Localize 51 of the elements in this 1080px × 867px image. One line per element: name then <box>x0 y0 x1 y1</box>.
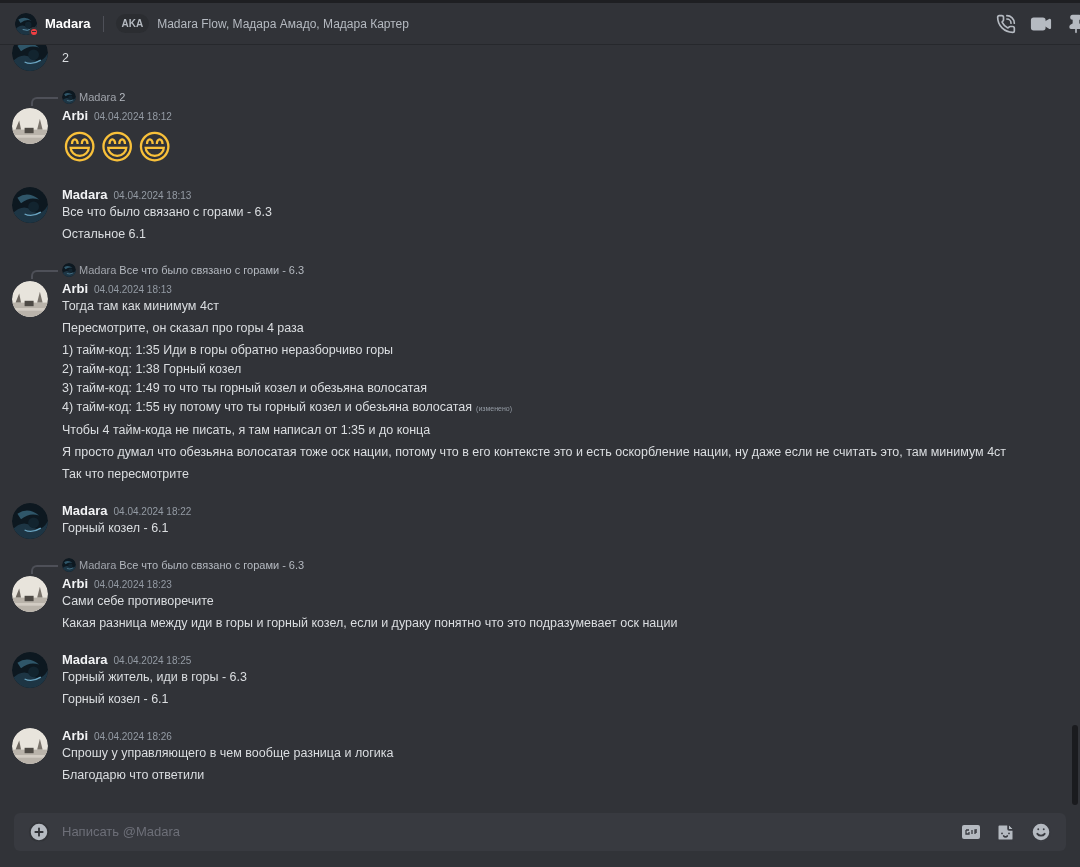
reply-spine <box>31 270 58 279</box>
phone-icon[interactable] <box>996 13 1016 34</box>
input-placeholder: Написать @Madara <box>62 823 180 842</box>
author-name[interactable]: Arbi <box>62 726 88 746</box>
add-icon[interactable] <box>28 821 50 843</box>
timestamp: 04.04.2024 18:26 <box>94 730 172 744</box>
author-name[interactable]: Madara <box>62 501 108 521</box>
user-name: Madara <box>45 14 91 33</box>
timestamp: 04.04.2024 18:25 <box>113 654 192 668</box>
timestamp: 04.04.2024 18:13 <box>94 283 172 297</box>
message-text: 2) тайм-код: 1:38 Горный козел <box>62 361 242 378</box>
reply-preview[interactable]: Madara Все что было связано с горами - 6.3 <box>79 261 305 279</box>
timestamp: 04.04.2024 18:22 <box>113 505 192 519</box>
message-text: Горный житель, иди в горы - 6.3 <box>62 669 247 686</box>
message-text: Сами себе противоречите <box>62 593 214 610</box>
timestamp: 04.04.2024 18:23 <box>94 578 172 592</box>
message-text: Горный козел - 6.1 <box>62 520 169 537</box>
aka-names: Madara Flow, Мадара Амадо, Мадара Картер <box>157 15 409 33</box>
author-name[interactable]: Arbi <box>62 574 88 594</box>
message-text: 4) тайм-код: 1:55 ну потому что ты горный козел и обезьяна волосатая <box>62 399 473 416</box>
message-text: 3) тайм-код: 1:49 то что ты горный козел и обезьяна волосатая <box>62 380 427 397</box>
message-text: Горный козел - 6.1 <box>62 691 169 708</box>
message-text: Так что пересмотрите <box>62 466 189 483</box>
message-text: Все что было связано с горами - 6.3 <box>62 204 272 221</box>
message-text: Спрошу у управляющего в чем вообще разница и логика <box>62 745 394 762</box>
timestamp: 04.04.2024 18:12 <box>94 110 172 124</box>
author-name[interactable]: Arbi <box>62 106 88 126</box>
author-name[interactable]: Arbi <box>62 279 88 299</box>
reply-preview[interactable]: Madara 2 <box>79 88 126 106</box>
reply-preview[interactable]: Madara Все что было связано с горами - 6.3 <box>79 556 305 574</box>
author-name[interactable]: Madara <box>62 650 108 670</box>
message-text: Тогда там как минимум 4ст <box>62 298 219 315</box>
message-text: 1) тайм-код: 1:35 Иди в горы обратно неразборчиво горы <box>62 342 394 359</box>
message-text: 2 <box>62 50 69 67</box>
reply-spine <box>31 565 58 574</box>
do-not-disturb-icon <box>29 26 39 37</box>
timestamp: 04.04.2024 18:13 <box>113 189 192 203</box>
emoji-message: 😄😄😄 <box>62 126 176 168</box>
message-text: Чтобы 4 тайм-кода не писать, я там написал от 1:35 и до конца <box>62 422 431 439</box>
message-text: Остальное 6.1 <box>62 226 146 243</box>
message-text: Благодарю что ответили <box>62 767 205 784</box>
author-name[interactable]: Madara <box>62 185 108 205</box>
emoji-icon[interactable] <box>1030 821 1052 843</box>
pin-icon[interactable] <box>1066 13 1080 34</box>
gif-icon[interactable] <box>961 822 981 842</box>
aka-badge: AKA <box>115 14 150 33</box>
reply-spine <box>31 97 58 106</box>
message-text: Какая разница между иди в горы и горный козел, если и дураку понятно что это подразумевает оск нации <box>62 615 678 632</box>
message-text: Я просто думал что обезьяна волосатая тоже оск нации, потому что в его контексте это и есть оскорбление нации, ну даже если не считать это, там минимум 4ст <box>62 444 1007 461</box>
scrollbar-thumb[interactable] <box>1072 725 1078 805</box>
message-text: Пересмотрите, он сказал про горы 4 раза <box>62 320 304 337</box>
